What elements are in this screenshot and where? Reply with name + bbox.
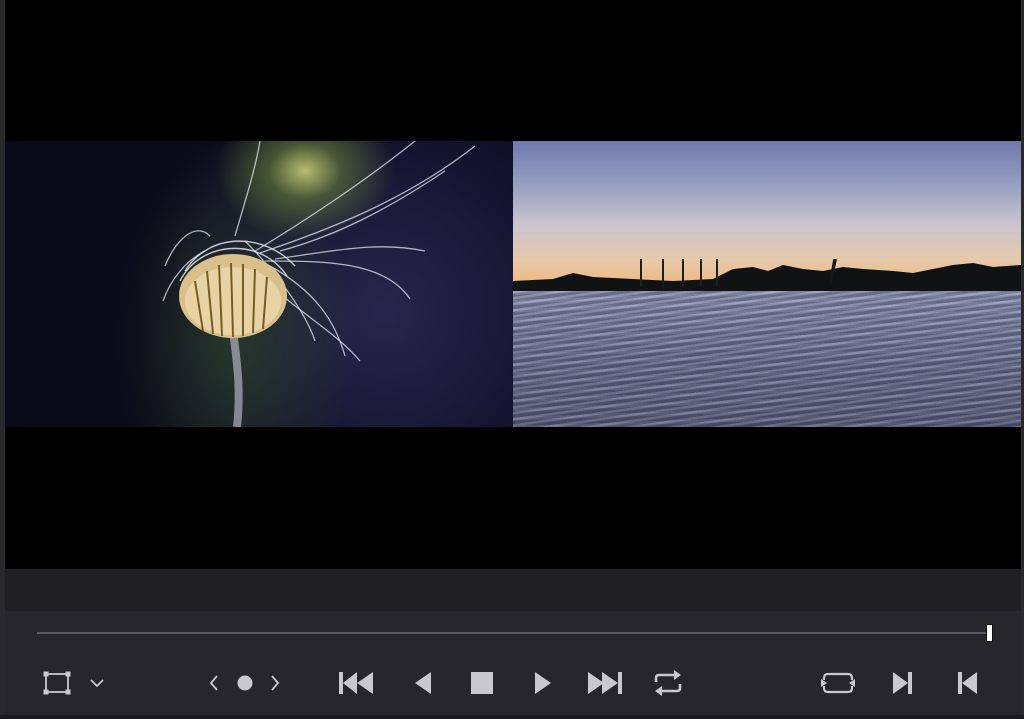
stop-icon[interactable] <box>462 665 502 701</box>
chevron-right-icon[interactable] <box>260 665 290 701</box>
skip-to-start-icon[interactable] <box>336 665 376 701</box>
timeline-scrubber[interactable] <box>37 632 992 634</box>
bottom-border <box>0 715 1024 719</box>
loop-range-icon[interactable] <box>818 665 858 701</box>
video-viewer-app <box>0 0 1024 719</box>
chevron-left-icon[interactable] <box>199 665 229 701</box>
chevron-down-icon[interactable] <box>79 665 115 701</box>
playhead-handle[interactable] <box>986 624 993 642</box>
preview-viewer[interactable] <box>5 0 1021 569</box>
clip-sunset-water[interactable] <box>513 141 1021 427</box>
clip-jellyfish[interactable] <box>5 141 513 427</box>
jellyfish-image <box>162 141 476 427</box>
play-icon[interactable] <box>523 665 563 701</box>
viewer-status-strip <box>5 569 1021 611</box>
transport-bar <box>5 611 1021 715</box>
water-surface <box>513 291 1021 427</box>
loop-icon[interactable] <box>648 665 688 701</box>
step-forward-icon[interactable] <box>883 665 923 701</box>
skip-to-end-icon[interactable] <box>585 665 625 701</box>
step-back-icon[interactable] <box>947 665 987 701</box>
safe-area-icon[interactable] <box>37 665 77 701</box>
marker-dot-icon[interactable] <box>230 665 260 701</box>
play-reverse-icon[interactable] <box>403 665 443 701</box>
treeline <box>513 259 1021 291</box>
